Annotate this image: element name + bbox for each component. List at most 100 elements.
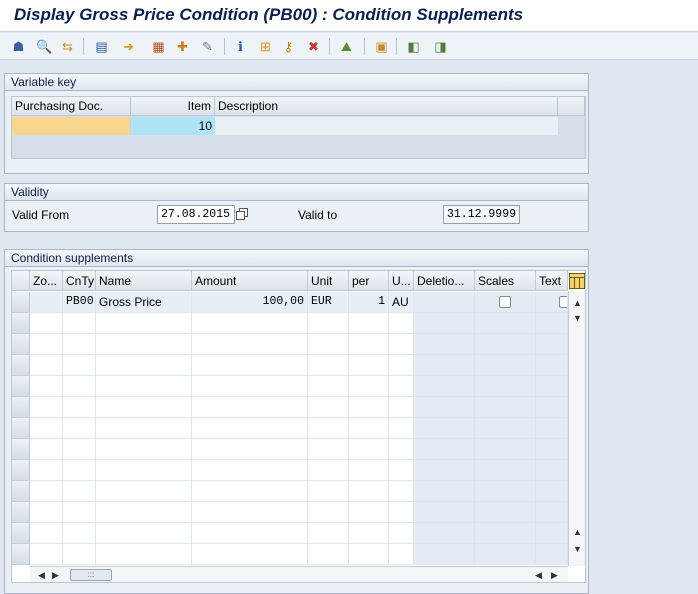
cell-per[interactable] xyxy=(349,460,389,481)
cell-amount[interactable] xyxy=(192,523,308,544)
table-row[interactable] xyxy=(12,376,568,397)
cell-per[interactable] xyxy=(349,376,389,397)
cell-text[interactable] xyxy=(536,376,568,397)
horizontal-scrollbar[interactable]: ◀ ▶::: ◀ ▶ xyxy=(30,566,568,582)
cell-per[interactable]: 1 xyxy=(349,292,389,313)
scroll-left-icon[interactable]: ◀ xyxy=(38,570,45,580)
column-header-description[interactable]: Description xyxy=(215,97,558,116)
cell-name[interactable] xyxy=(96,376,192,397)
cell-amount[interactable] xyxy=(192,334,308,355)
cell-unit[interactable] xyxy=(308,544,349,565)
cell-scales[interactable] xyxy=(475,376,536,397)
cell-text[interactable] xyxy=(536,523,568,544)
table-row[interactable] xyxy=(12,502,568,523)
condition-info-icon[interactable]: 🔍 xyxy=(36,38,53,55)
cell-per[interactable] xyxy=(349,355,389,376)
cell-deletion[interactable] xyxy=(414,355,475,376)
table-row[interactable] xyxy=(12,418,568,439)
cell-zo[interactable] xyxy=(30,292,63,313)
cell-text[interactable] xyxy=(536,544,568,565)
cell-cnty[interactable] xyxy=(63,334,96,355)
cell-unit[interactable] xyxy=(308,418,349,439)
cell-deletion[interactable] xyxy=(414,418,475,439)
info-icon[interactable]: ℹ xyxy=(232,38,249,55)
table-row[interactable] xyxy=(12,334,568,355)
description-cell[interactable] xyxy=(215,117,558,135)
cell-uom[interactable] xyxy=(389,523,414,544)
column-header-item[interactable]: Item xyxy=(131,97,215,116)
cell-deletion[interactable] xyxy=(414,544,475,565)
cell-amount[interactable] xyxy=(192,355,308,376)
cell-unit[interactable] xyxy=(308,439,349,460)
edit-icon[interactable]: ✎ xyxy=(199,38,216,55)
table-settings-icon[interactable] xyxy=(569,273,585,289)
column-header-per[interactable]: per xyxy=(349,271,389,291)
cell-scales[interactable] xyxy=(475,481,536,502)
scales-icon[interactable]: ⊞ xyxy=(257,38,274,55)
cell-amount[interactable] xyxy=(192,481,308,502)
cell-scales[interactable] xyxy=(475,334,536,355)
cell-unit[interactable] xyxy=(308,397,349,418)
cell-text[interactable] xyxy=(536,292,568,313)
table-row[interactable] xyxy=(12,460,568,481)
cell-deletion[interactable] xyxy=(414,313,475,334)
cell-unit[interactable] xyxy=(308,502,349,523)
cell-name[interactable] xyxy=(96,460,192,481)
cell-name[interactable] xyxy=(96,523,192,544)
cell-cnty[interactable]: PB00 xyxy=(63,292,96,313)
scroll-right-icon[interactable]: ▶ xyxy=(52,570,59,580)
cell-name[interactable] xyxy=(96,502,192,523)
cell-cnty[interactable] xyxy=(63,481,96,502)
cell-scales[interactable] xyxy=(475,313,536,334)
cell-deletion[interactable] xyxy=(414,481,475,502)
mountain-icon[interactable]: ⛰ xyxy=(338,38,355,55)
cell-cnty[interactable] xyxy=(63,502,96,523)
cell-uom[interactable] xyxy=(389,313,414,334)
copy-date-icon[interactable] xyxy=(236,208,248,220)
vendor-icon[interactable]: ⇆ xyxy=(59,38,76,55)
cell-name[interactable] xyxy=(96,397,192,418)
scales-checkbox[interactable] xyxy=(499,296,511,308)
column-header-text[interactable]: Text xyxy=(536,271,568,291)
table-row[interactable] xyxy=(12,355,568,376)
cell-deletion[interactable] xyxy=(414,292,475,313)
cell-uom[interactable] xyxy=(389,460,414,481)
table-row[interactable] xyxy=(12,439,568,460)
valid-from-field[interactable]: 27.08.2015 xyxy=(157,205,235,224)
column-header-unit[interactable]: Unit xyxy=(308,271,349,291)
cell-cnty[interactable] xyxy=(63,439,96,460)
cell-cnty[interactable] xyxy=(63,376,96,397)
scroll-up-icon[interactable]: ▼ xyxy=(573,313,582,323)
scroll-right-end-icon[interactable]: ▶ xyxy=(551,570,558,580)
cell-zo[interactable] xyxy=(30,502,63,523)
cell-scales[interactable] xyxy=(475,502,536,523)
cell-deletion[interactable] xyxy=(414,397,475,418)
cell-amount[interactable] xyxy=(192,502,308,523)
cell-per[interactable] xyxy=(349,544,389,565)
select-all-corner[interactable] xyxy=(12,271,30,291)
cell-uom[interactable] xyxy=(389,418,414,439)
cell-zo[interactable] xyxy=(30,523,63,544)
cell-scales[interactable] xyxy=(475,397,536,418)
cell-cnty[interactable] xyxy=(63,544,96,565)
table-row[interactable] xyxy=(12,523,568,544)
cell-name[interactable] xyxy=(96,334,192,355)
vertical-scrollbar[interactable]: ▲ ▼ ▲ ▼ xyxy=(568,291,585,566)
cell-cnty[interactable] xyxy=(63,355,96,376)
cell-name[interactable] xyxy=(96,313,192,334)
cell-cnty[interactable] xyxy=(63,397,96,418)
cell-unit[interactable] xyxy=(308,481,349,502)
cell-scales[interactable] xyxy=(475,292,536,313)
cell-zo[interactable] xyxy=(30,481,63,502)
cell-cnty[interactable] xyxy=(63,523,96,544)
cell-uom[interactable]: AU xyxy=(389,292,414,313)
column-header-deletion[interactable]: Deletio... xyxy=(414,271,475,291)
copy-icon[interactable]: ▤ xyxy=(93,38,110,55)
cell-name[interactable] xyxy=(96,481,192,502)
table-row[interactable] xyxy=(12,397,568,418)
cell-zo[interactable] xyxy=(30,397,63,418)
text-checkbox[interactable] xyxy=(559,296,567,308)
cell-per[interactable] xyxy=(349,334,389,355)
scroll-top-icon[interactable]: ▲ xyxy=(573,298,582,308)
cell-text[interactable] xyxy=(536,418,568,439)
